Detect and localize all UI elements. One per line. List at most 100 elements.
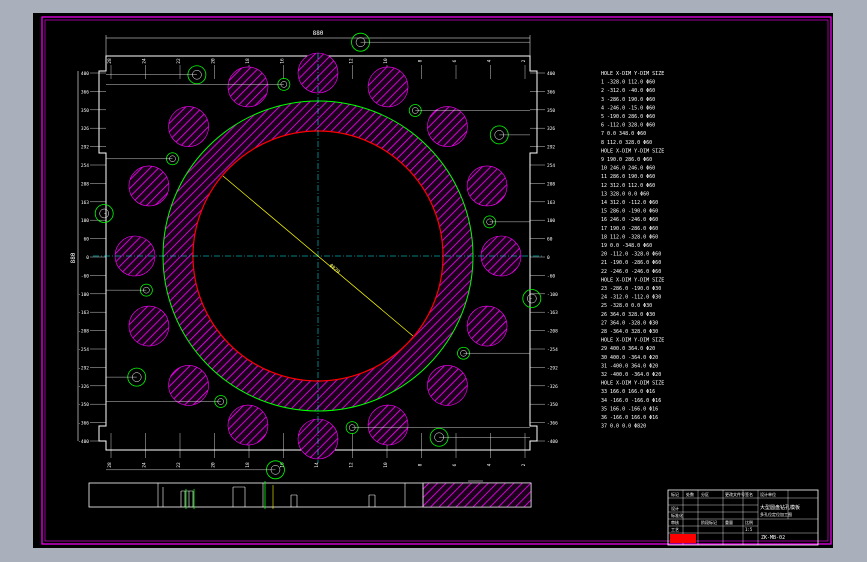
right-dimension-label: 208 <box>547 181 555 187</box>
left-dimension-label: 292 <box>81 145 89 151</box>
hole-table-row: 14 312.0 -112.0 Φ60 <box>601 200 658 206</box>
left-dimension-label: -100 <box>78 292 89 298</box>
title-block-cell: 分区 <box>701 491 709 497</box>
top-hole-label: 10 <box>383 58 389 64</box>
left-dimension-label: -326 <box>78 384 89 390</box>
left-dimension-text: 880 <box>70 252 77 263</box>
top-hole-label: 12 <box>349 58 355 64</box>
title-block-cell: 比例 <box>745 519 753 525</box>
left-dimension-label: 0 <box>86 255 89 261</box>
left-dimension-label: 254 <box>81 163 89 169</box>
title-block: 标记 处数 分区 更改文件号 签名 设计 标准化 审核 工艺 阶段标记 重量 比… <box>667 489 819 546</box>
left-dimension-labels: 400 366 350 326 292 254 208 163 100 60 0 -60 -100 -16… <box>78 71 106 445</box>
left-dimension-label: -163 <box>78 310 89 316</box>
hole-table-row: 6 -112.0 328.0 Φ60 <box>601 123 655 129</box>
large-hole <box>427 106 468 147</box>
hole-table-row: HOLE X-DIM Y-DIM SIZE <box>601 148 664 154</box>
hole-table-row: 7 0.0 348.0 Φ60 <box>601 131 646 137</box>
right-dimension-label: -292 <box>547 365 558 371</box>
right-dimension-label: 163 <box>547 200 555 206</box>
left-dimension-label: 60 <box>84 237 90 243</box>
hole-table-row: 9 190.0 286.0 Φ60 <box>601 157 652 163</box>
right-dimension-label: -254 <box>547 347 558 353</box>
left-dimension-label: -60 <box>81 273 89 279</box>
top-dimension-text: 880 <box>313 30 324 37</box>
left-dimension-label: 400 <box>81 71 89 77</box>
hole-table-row: 17 190.0 -286.0 Φ60 <box>601 226 658 232</box>
left-dimension-label: 208 <box>81 181 89 187</box>
right-dimension-labels: 400 366 350 326 292 254 208 163 100 60 0 -60 -100 -16… <box>530 71 558 445</box>
right-dimension-label: 326 <box>547 126 555 132</box>
hole-table-row: 36 -166.0 166.0 Φ16 <box>601 415 658 421</box>
bottom-hole-label: 14 <box>314 462 320 468</box>
right-dimension-label: 100 <box>547 218 555 224</box>
hole-table-row: HOLE X-DIM Y-DIM SIZE <box>601 277 664 283</box>
hole-table-row: 37 0.0 0.0 Φ820 <box>601 424 646 430</box>
hole-table-row: 2 -312.0 -40.0 Φ60 <box>601 88 655 94</box>
top-hole-label: 18 <box>245 58 251 64</box>
bottom-hole-label: 10 <box>383 462 389 468</box>
title-block-cell: 更改文件号 <box>725 491 745 497</box>
top-hole-label: 2 <box>521 59 527 62</box>
left-dimension-label: 366 <box>81 89 89 95</box>
title-block-cell: 处数 <box>686 491 694 497</box>
right-dimension-label: -366 <box>547 421 558 427</box>
title-block-company: 设计单位 <box>760 491 776 497</box>
left-dimension-label: 163 <box>81 200 89 206</box>
hole-table-row: 30 400.0 -364.0 Φ20 <box>601 355 658 361</box>
large-hole <box>128 165 170 207</box>
hole-table-row: HOLE X-DIM Y-DIM SIZE <box>601 381 664 387</box>
hole-table-row: 10 246.0 246.0 Φ60 <box>601 166 655 172</box>
right-dimension-label: 0 <box>547 255 550 261</box>
hole-table-row: 35 166.0 -166.0 Φ16 <box>601 406 658 412</box>
hole-table-row: 29 400.0 364.0 Φ20 <box>601 346 655 352</box>
bottom-hole-label: 24 <box>142 462 148 468</box>
hole-table-row: 26 364.0 328.0 Φ30 <box>601 312 655 318</box>
hole-table-row: 34 -166.0 -166.0 Φ16 <box>601 398 661 404</box>
hole-table-row: 33 166.0 166.0 Φ16 <box>601 389 655 395</box>
title-block-subtitle: 多孔位定位加工图 <box>760 511 792 517</box>
right-dimension-label: 366 <box>547 89 555 95</box>
large-hole <box>466 165 508 207</box>
title-block-cell: 工艺 <box>671 527 679 532</box>
hole-table-row: 22 -246.0 -246.0 Φ60 <box>601 269 661 275</box>
hole-table-row: 16 246.0 -246.0 Φ60 <box>601 217 658 223</box>
hole-table-row: 27 364.0 -328.0 Φ30 <box>601 320 658 326</box>
title-block-cell: 标记 <box>671 491 679 497</box>
hole-table-row: 15 286.0 -190.0 Φ60 <box>601 209 658 215</box>
hole-table-row: 13 328.0 0.0 Φ60 <box>601 191 649 197</box>
left-dimension-label: -350 <box>78 402 89 408</box>
section-view <box>88 480 532 509</box>
left-dimension-label: 100 <box>81 218 89 224</box>
hole-table-row: 20 -112.0 -328.0 Φ60 <box>601 252 661 258</box>
hole-table-row: HOLE X-DIM Y-DIM SIZE <box>601 338 664 344</box>
hole-table-row: 24 -312.0 -112.0 Φ30 <box>601 295 661 301</box>
company-logo <box>670 534 696 543</box>
top-hole-label: 6 <box>452 59 458 62</box>
large-hole <box>227 66 269 108</box>
left-dimension-label: -400 <box>78 439 89 445</box>
hole-table-row: 19 0.0 -348.0 Φ60 <box>601 243 652 249</box>
hole-table-row: 1 -328.0 112.0 Φ60 <box>601 80 655 86</box>
right-dimension-label: -400 <box>547 439 558 445</box>
top-hole-label: 20 <box>211 58 217 64</box>
left-dimension-label: -292 <box>78 365 89 371</box>
large-hole <box>367 66 409 108</box>
top-hole-label: 28 <box>107 58 113 64</box>
left-dimension-label: -254 <box>78 347 89 353</box>
left-dimension-label: -366 <box>78 421 89 427</box>
title-block-cell: 阶段标记 <box>701 519 717 525</box>
title-block-cell: 签名 <box>745 491 753 497</box>
top-hole-label: 16 <box>280 58 286 64</box>
top-hole-label: 8 <box>418 59 424 62</box>
hole-table-row: 31 -400.0 364.0 Φ20 <box>601 363 658 369</box>
hole-table-row: 11 286.0 190.0 Φ60 <box>601 174 655 180</box>
left-dimension-label: 326 <box>81 126 89 132</box>
left-dimension-label: 350 <box>81 108 89 114</box>
right-dimension-label: -350 <box>547 402 558 408</box>
hole-table-row: 32 -400.0 -364.0 Φ20 <box>601 372 661 378</box>
large-hole <box>367 404 409 446</box>
large-hole <box>227 404 269 446</box>
large-hole <box>466 305 508 347</box>
hole-table-row: 23 -286.0 -190.0 Φ30 <box>601 286 661 292</box>
